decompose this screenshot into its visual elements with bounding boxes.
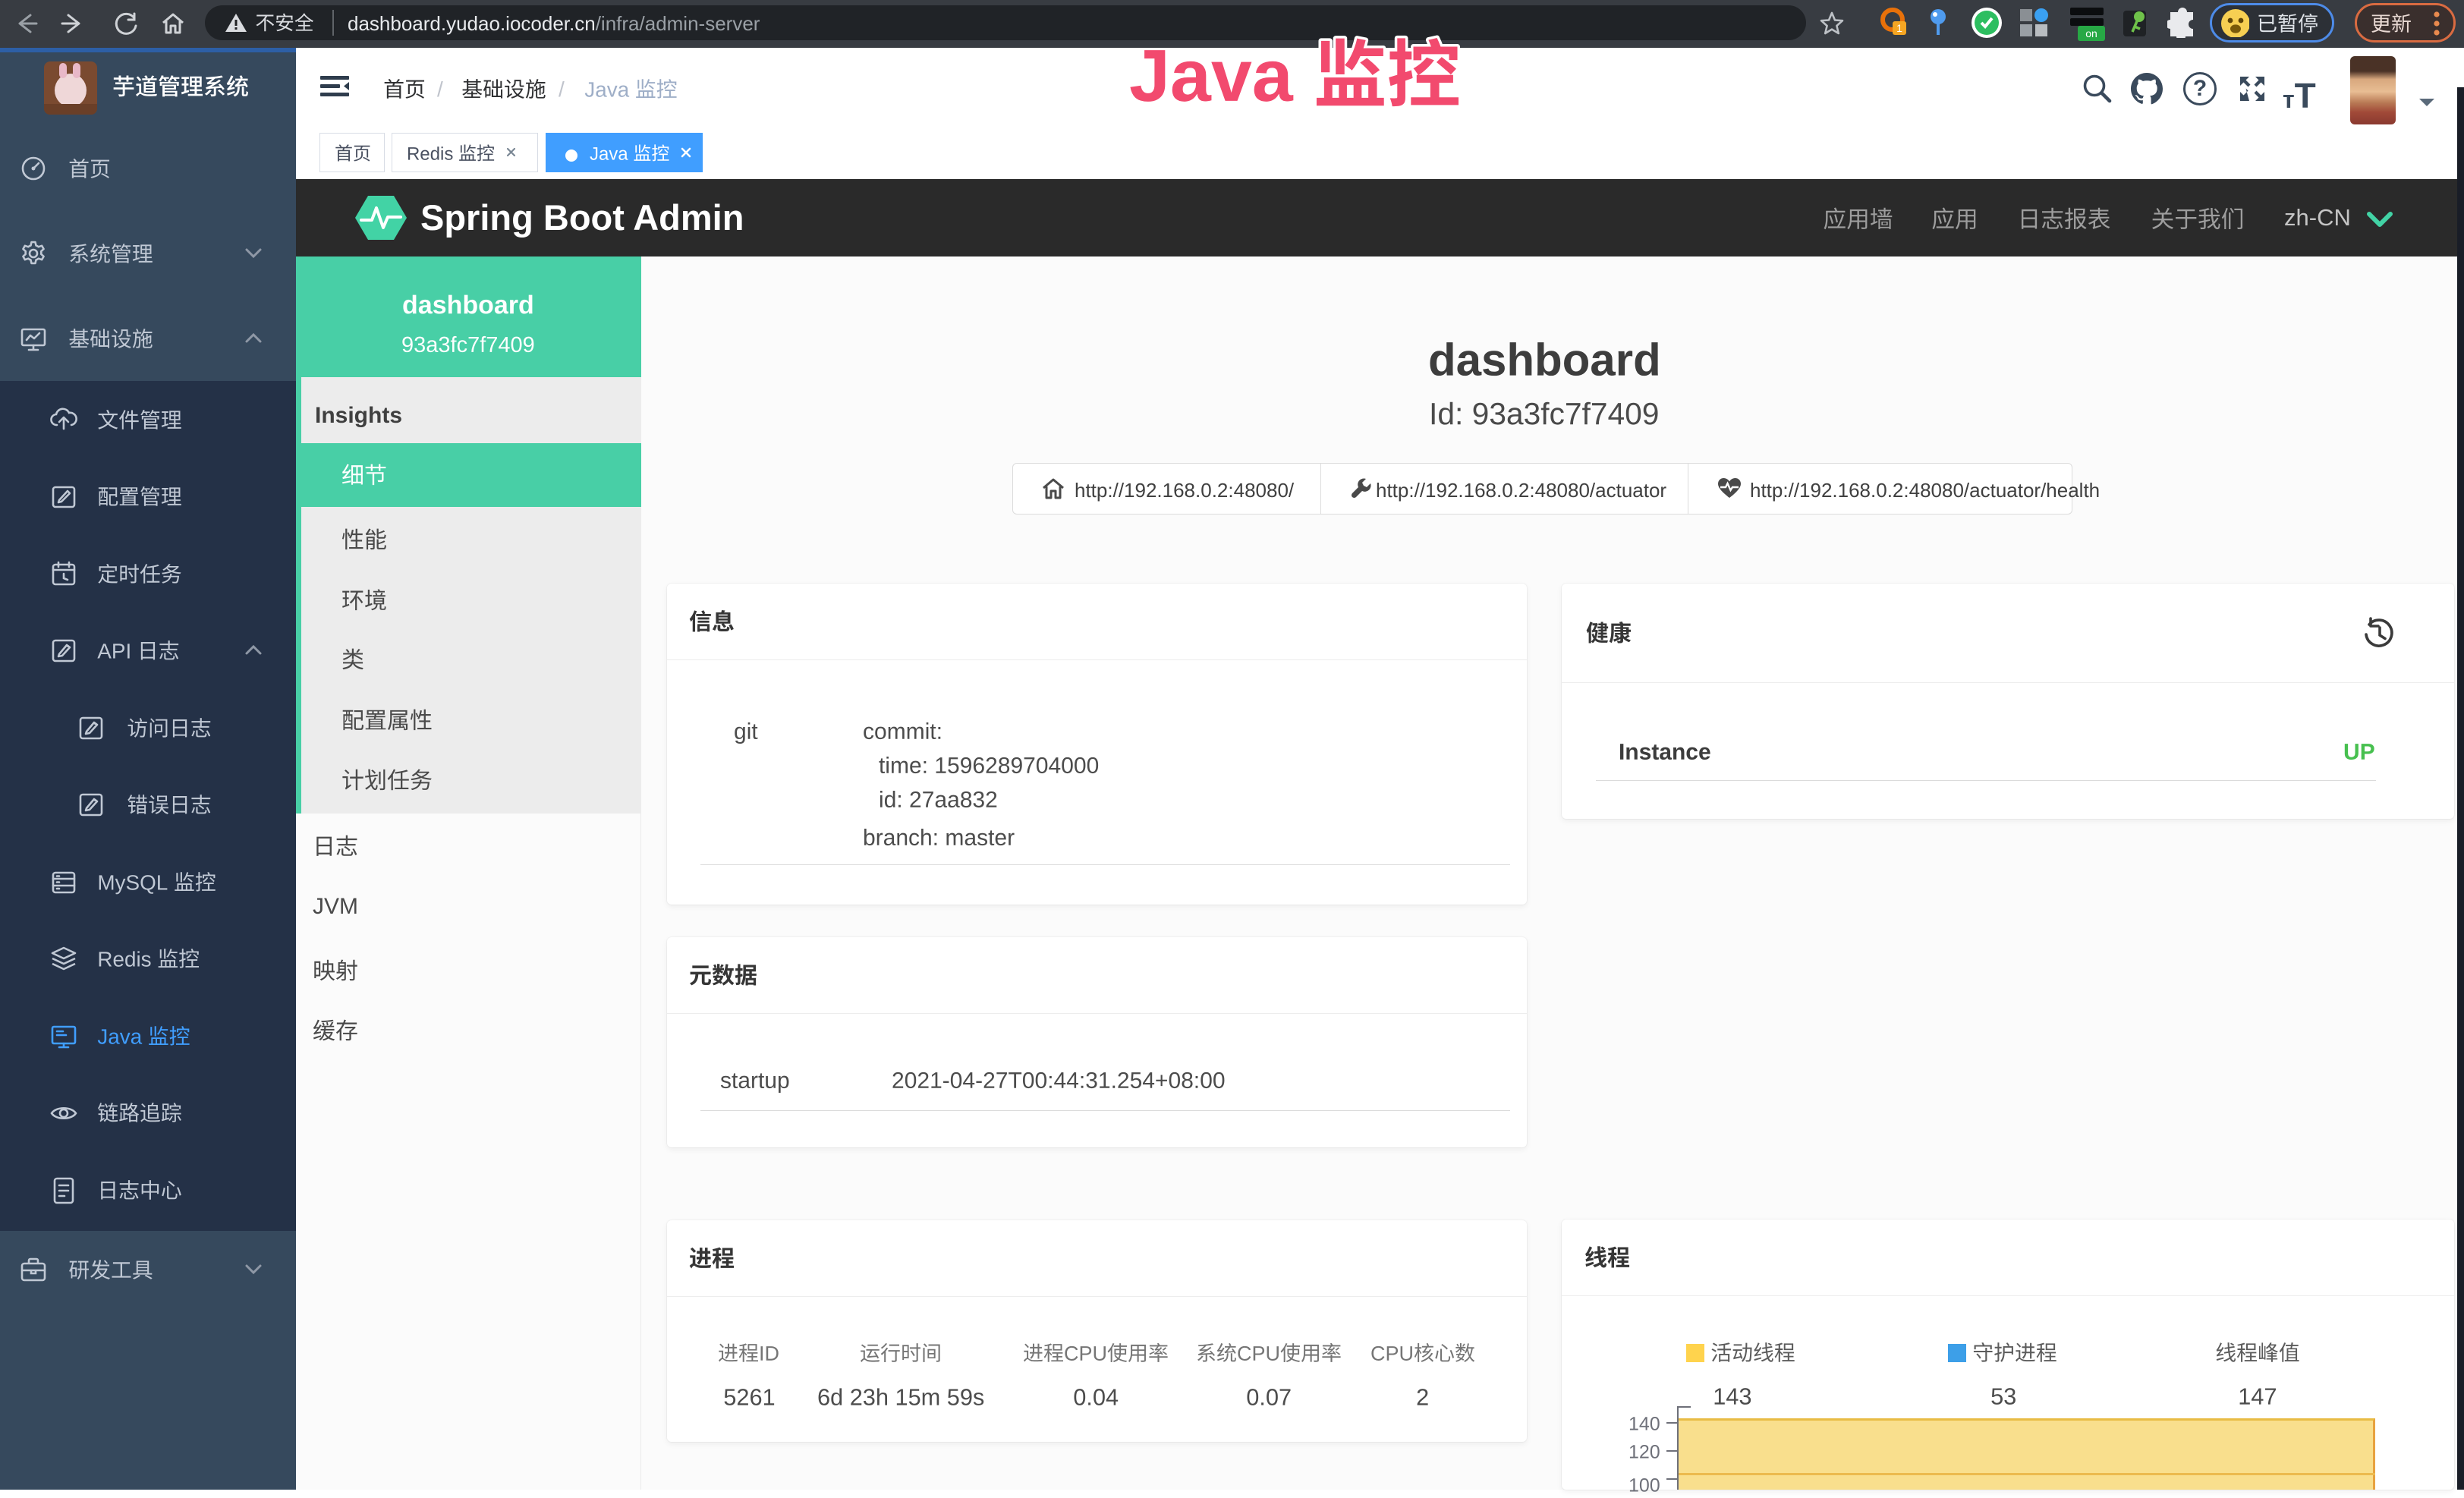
svg-text:1: 1 — [1896, 22, 1902, 34]
svg-text:on: on — [2085, 27, 2097, 39]
